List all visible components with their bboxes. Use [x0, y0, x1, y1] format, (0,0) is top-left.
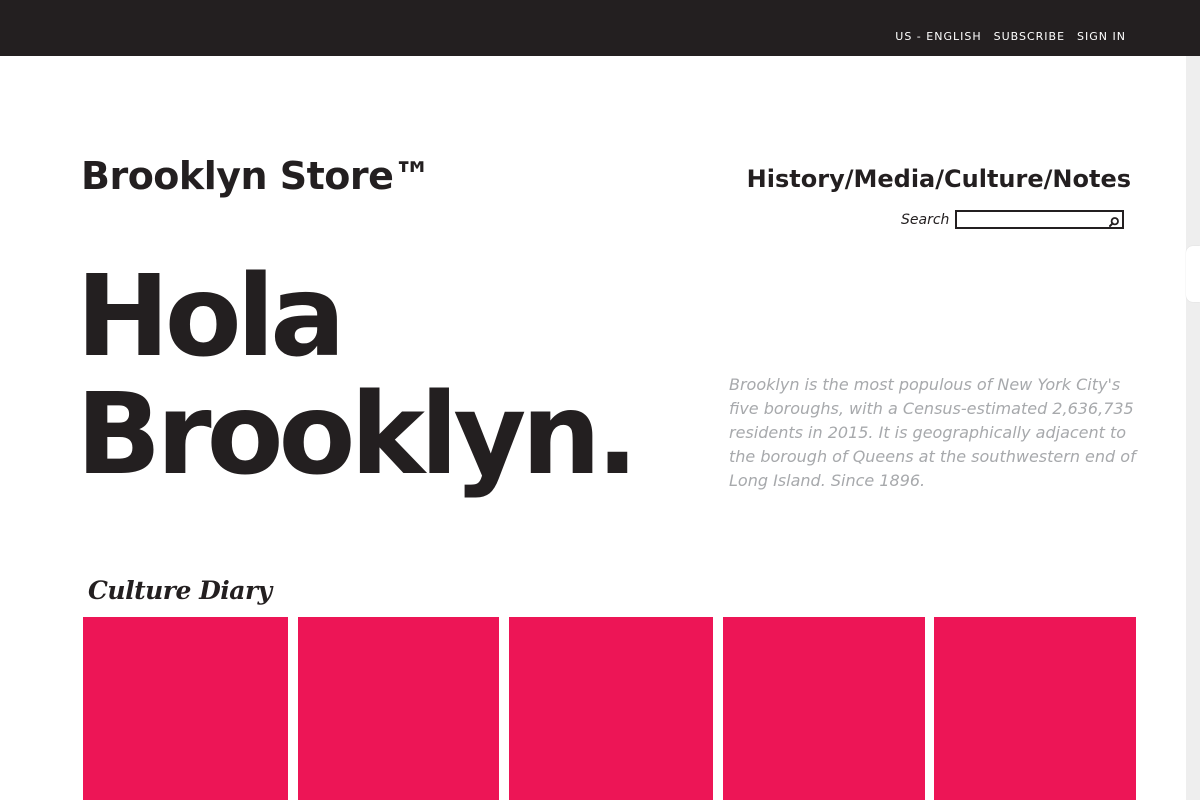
scrollbar-thumb[interactable] — [1186, 246, 1200, 302]
main-nav: History / Media / Culture / Notes — [747, 164, 1131, 194]
nav-item-history[interactable]: History — [747, 164, 845, 194]
top-bar-links: US - ENGLISH SUBSCRIBE SIGN IN — [895, 31, 1126, 43]
locale-link[interactable]: US - ENGLISH — [895, 31, 981, 43]
sign-in-link[interactable]: SIGN IN — [1077, 31, 1126, 43]
search-box — [955, 210, 1124, 229]
hero-description: Brooklyn is the most populous of New Yor… — [729, 375, 1136, 490]
search-label: Search — [901, 212, 950, 228]
scrollbar-track[interactable] — [1186, 56, 1200, 800]
nav-separator: / — [844, 165, 854, 193]
culture-diary-tile[interactable] — [934, 617, 1136, 800]
nav-item-notes[interactable]: Notes — [1052, 164, 1131, 194]
culture-diary-title: Culture Diary — [88, 576, 272, 605]
top-bar: US - ENGLISH SUBSCRIBE SIGN IN — [0, 0, 1200, 56]
search-input[interactable] — [957, 212, 1115, 227]
culture-diary-tile[interactable] — [509, 617, 713, 800]
brand-logo[interactable]: Brooklyn Store™ — [81, 152, 431, 200]
hero-title: Hola Brooklyn. — [76, 252, 639, 500]
hero-title-line-1: Hola — [76, 252, 346, 382]
search-icon[interactable] — [1108, 213, 1120, 227]
nav-item-culture[interactable]: Culture — [944, 164, 1044, 194]
subscribe-link[interactable]: SUBSCRIBE — [994, 31, 1065, 43]
culture-diary-tile[interactable] — [298, 617, 499, 800]
nav-separator: / — [1043, 165, 1053, 193]
culture-diary-tile[interactable] — [723, 617, 925, 800]
hero-title-line-2: Brooklyn. — [76, 370, 639, 500]
nav-item-media[interactable]: Media — [853, 164, 935, 194]
nav-separator: / — [935, 165, 945, 193]
culture-diary-tile[interactable] — [83, 617, 288, 800]
